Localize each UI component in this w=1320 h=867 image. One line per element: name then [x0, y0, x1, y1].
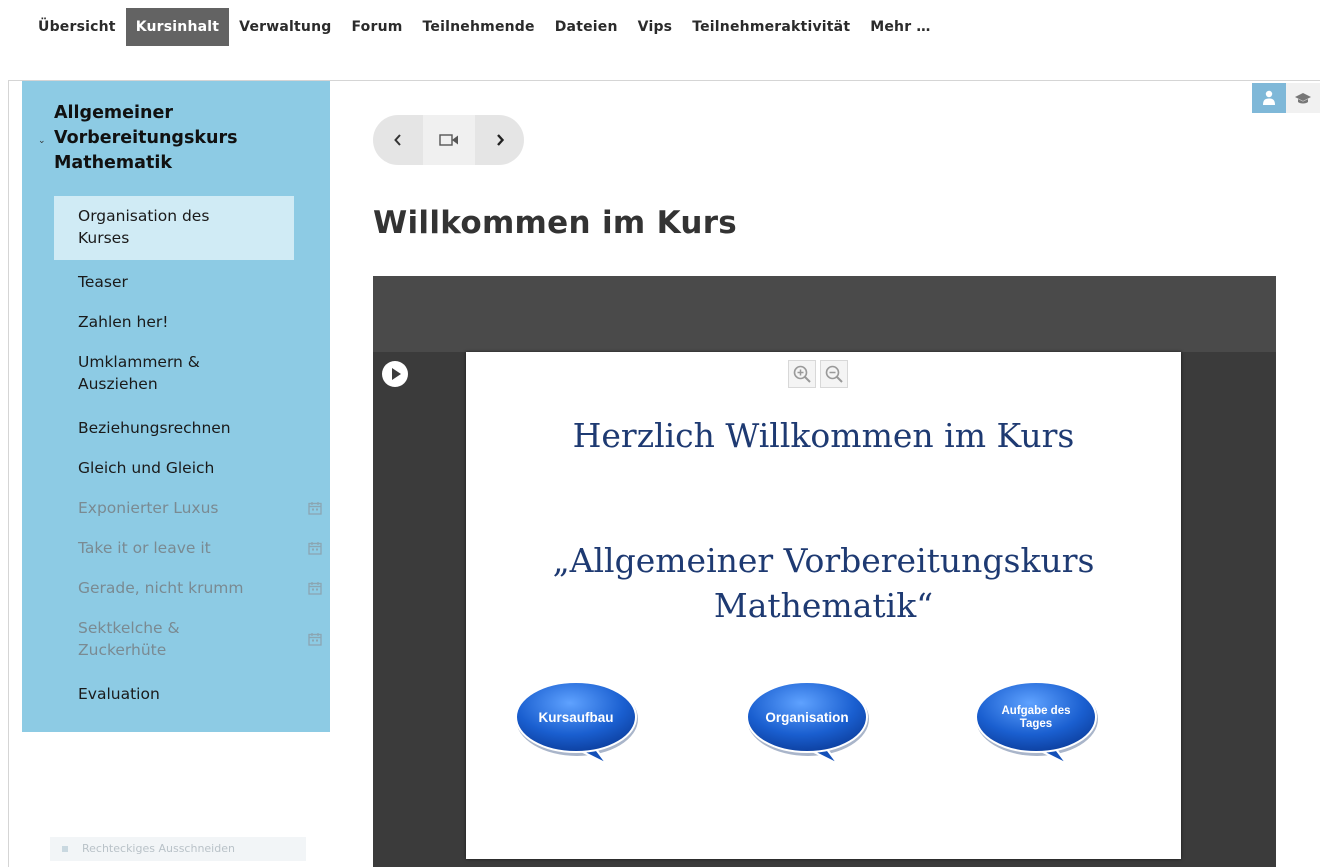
slide-subtitle: „Allgemeiner Vorbereitungskurs Mathemati…: [466, 538, 1181, 628]
sidebar-item-label: Umklammern &: [78, 353, 200, 371]
calendar-lock-icon: [308, 579, 322, 601]
sidebar-item-gerade-nicht-krumm[interactable]: Gerade, nicht krumm: [54, 568, 322, 608]
tab-dateien[interactable]: Dateien: [545, 8, 628, 46]
tab-teilnehmeraktivitaet[interactable]: Teilnehmeraktivität: [682, 8, 860, 46]
sidebar-title-line: Mathematik: [54, 153, 172, 173]
sidebar-item-organisation[interactable]: Organisation des Kurses: [54, 196, 294, 260]
sidebar-item-label: Exponierter Luxus: [78, 499, 219, 517]
calendar-lock-icon: [308, 539, 322, 561]
sidebar-item-label: Gerade, nicht krumm: [78, 579, 244, 597]
sidebar-title-line: Allgemeiner: [54, 103, 173, 123]
tab-vips[interactable]: Vips: [628, 8, 683, 46]
snip-label: Rechteckiges Ausschneiden: [82, 842, 235, 855]
page-title: Willkommen im Kurs: [373, 205, 738, 241]
chevron-down-icon[interactable]: ⌄: [38, 136, 46, 146]
tab-mehr[interactable]: Mehr …: [860, 8, 940, 46]
tab-verwaltung[interactable]: Verwaltung: [229, 8, 341, 46]
slide-subtitle-line: Mathematik“: [713, 586, 934, 625]
sidebar-item-gleich-und-gleich[interactable]: Gleich und Gleich: [54, 448, 294, 488]
course-outline-sidebar: ⌄ Allgemeiner Vorbereitungskurs Mathemat…: [22, 81, 330, 732]
sidebar-item-exponierter-luxus[interactable]: Exponierter Luxus: [54, 488, 322, 528]
chevron-left-icon: [394, 134, 401, 146]
zoom-controls: [788, 360, 848, 388]
sidebar-item-zahlen-her[interactable]: Zahlen her!: [54, 302, 294, 342]
bubble-aufgabe-des-tages[interactable]: Aufgabe des Tages: [973, 680, 1099, 765]
sidebar-item-label: Zahlen her!: [78, 313, 169, 331]
sidebar-item-teaser[interactable]: Teaser: [54, 262, 294, 302]
graduation-cap-icon[interactable]: [1286, 83, 1320, 113]
sidebar-item-label: Zuckerhüte: [78, 641, 167, 659]
sidebar-item-label: Beziehungsrechnen: [78, 419, 231, 437]
sidebar-item-label: Organisation des: [78, 207, 210, 225]
sidebar-item-sektkelche[interactable]: Sektkelche & Zuckerhüte: [54, 608, 322, 672]
slide-subtitle-line: „Allgemeiner Vorbereitungskurs: [552, 541, 1095, 580]
video-page-icon: [423, 115, 475, 165]
zoom-out-icon[interactable]: [820, 360, 848, 388]
next-page-button[interactable]: [475, 115, 524, 165]
sidebar-item-label: Gleich und Gleich: [78, 459, 215, 477]
zoom-in-icon[interactable]: [788, 360, 816, 388]
sidebar-item-umklammern[interactable]: Umklammern & Ausziehen: [54, 342, 294, 406]
course-nav: Übersicht Kursinhalt Verwaltung Forum Te…: [28, 8, 941, 46]
sidebar-item-label: Kurses: [78, 229, 130, 247]
calendar-lock-icon: [308, 499, 322, 521]
bubble-label-line: Tages: [1019, 718, 1053, 730]
sidebar-course-title[interactable]: Allgemeiner Vorbereitungskurs Mathematik: [54, 101, 294, 176]
play-icon[interactable]: [381, 360, 409, 388]
previous-page-button[interactable]: [373, 115, 423, 165]
bubble-label-line: Aufgabe des: [1001, 705, 1071, 717]
calendar-lock-icon: [308, 630, 322, 652]
sidebar-item-take-it-or-leave-it[interactable]: Take it or leave it: [54, 528, 322, 568]
tab-teilnehmende[interactable]: Teilnehmende: [413, 8, 545, 46]
person-icon[interactable]: [1252, 83, 1286, 113]
tab-uebersicht[interactable]: Übersicht: [28, 8, 126, 46]
snipping-tool-overlay[interactable]: Rechteckiges Ausschneiden: [50, 837, 306, 861]
sidebar-title-line: Vorbereitungskurs: [54, 128, 238, 148]
bubble-organisation[interactable]: Organisation: [744, 680, 870, 765]
sidebar-item-label: Take it or leave it: [78, 539, 211, 557]
tab-kursinhalt[interactable]: Kursinhalt: [125, 8, 230, 46]
sidebar-item-evaluation[interactable]: Evaluation: [54, 674, 294, 714]
sidebar-item-label: Teaser: [78, 273, 128, 291]
bubble-kursaufbau[interactable]: Kursaufbau: [513, 680, 639, 765]
sidebar-item-label: Ausziehen: [78, 375, 158, 393]
slide-title: Herzlich Willkommen im Kurs: [572, 416, 1075, 455]
bubble-label: Organisation: [765, 710, 849, 725]
view-toggle: [1252, 83, 1320, 113]
video-player[interactable]: Herzlich Willkommen im Kurs „Allgemeiner…: [373, 276, 1276, 867]
tab-forum[interactable]: Forum: [341, 8, 412, 46]
chevron-right-icon: [496, 134, 504, 146]
sidebar-item-label: Evaluation: [78, 685, 160, 703]
snip-icon: [62, 846, 68, 852]
player-top-bar: [373, 276, 1276, 352]
bubble-label: Aufgabe des Tages: [973, 680, 1099, 756]
bubble-label: Kursaufbau: [538, 710, 614, 725]
sidebar-item-beziehungsrechnen[interactable]: Beziehungsrechnen: [54, 408, 294, 448]
page-navigator: [373, 115, 524, 165]
presentation-slide: Herzlich Willkommen im Kurs „Allgemeiner…: [466, 352, 1181, 859]
sidebar-item-label: Sektkelche &: [78, 619, 180, 637]
content-border-left: [8, 80, 9, 867]
